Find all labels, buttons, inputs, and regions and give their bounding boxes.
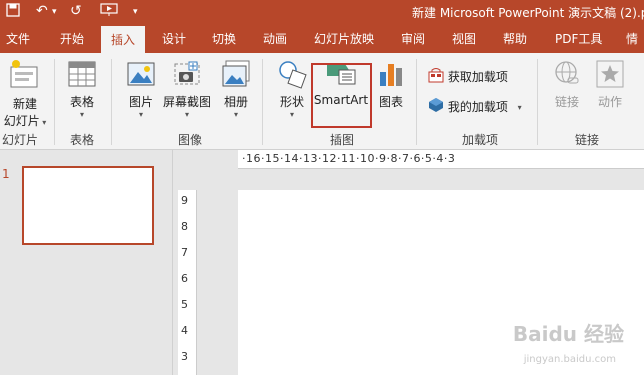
ruler-ticks: ·16·15·14·13·12·11·10·9·8·7·6·5·4·3: [242, 152, 456, 165]
table-dropdown-icon: ▾: [79, 110, 84, 119]
table-label: 表格: [69, 95, 94, 109]
globe-link-icon: [551, 61, 583, 93]
new-slide-label-2: 幻灯片 ▾: [3, 114, 47, 128]
undo-dropdown-icon[interactable]: ▾: [52, 7, 57, 17]
chart-label: 图表: [378, 95, 403, 109]
ribbon-tabs: 文件 开始 插入 设计 切换 动画 幻灯片放映 审阅 视图 帮助 PDF工具 情: [0, 25, 644, 53]
group-label-illustrations: 插图: [329, 133, 354, 147]
link-label: 链接: [554, 95, 579, 109]
group-label-images: 图像: [177, 133, 202, 147]
shapes-icon: [276, 61, 308, 93]
picture-dropdown-icon: ▾: [138, 110, 143, 119]
photo-album-label: 相册: [223, 95, 248, 109]
new-slide-icon: [8, 60, 42, 95]
tab-view[interactable]: 视图: [452, 25, 476, 53]
slide-thumbnail[interactable]: [22, 166, 154, 245]
photo-album-icon: [220, 60, 252, 93]
slide-canvas[interactable]: Baidu 经验 jingyan.baidu.com: [238, 190, 644, 375]
tab-slideshow[interactable]: 幻灯片放映: [314, 25, 374, 53]
shapes-label: 形状: [279, 95, 304, 109]
chart-icon: [375, 64, 407, 93]
watermark: Baidu 经验: [512, 322, 624, 346]
tab-help[interactable]: 帮助: [503, 25, 527, 53]
shapes-dropdown-icon: ▾: [289, 110, 294, 119]
present-from-start-icon[interactable]: [100, 3, 118, 21]
new-slide-button[interactable]: 新建 幻灯片 ▾: [2, 58, 48, 129]
screenshot-label: 屏幕截图: [162, 95, 211, 109]
table-icon: [66, 61, 98, 93]
shapes-button[interactable]: 形状 ▾: [272, 58, 312, 119]
picture-label: 图片: [128, 95, 153, 109]
tab-home[interactable]: 开始: [60, 25, 84, 53]
my-addins-label: 我的加载项: [447, 100, 508, 114]
tab-transitions[interactable]: 切换: [212, 25, 236, 53]
my-addins-button[interactable]: 我的加载项 ▾: [428, 97, 522, 116]
get-addins-label: 获取加载项: [447, 70, 508, 84]
undo-icon[interactable]: ↶: [36, 3, 48, 19]
horizontal-ruler: ·16·15·14·13·12·11·10·9·8·7·6·5·4·3: [238, 150, 644, 169]
group-label-tables: 表格: [69, 133, 94, 147]
window-title: 新建 Microsoft PowerPoint 演示文稿 (2).p: [412, 6, 644, 20]
group-label-addins: 加载项: [461, 133, 498, 147]
ruler-tick: 5: [181, 298, 188, 311]
ruler-tick: 9: [181, 194, 188, 207]
ruler-tick: 6: [181, 272, 188, 285]
screenshot-button[interactable]: 屏幕截图 ▾: [160, 58, 214, 119]
tab-more[interactable]: 情: [626, 25, 638, 53]
separator: [537, 59, 538, 145]
ruler-tick: 8: [181, 220, 188, 233]
tab-design[interactable]: 设计: [162, 25, 186, 53]
star-action-icon: [594, 60, 626, 93]
tab-animations[interactable]: 动画: [263, 25, 287, 53]
customize-qat-icon[interactable]: ▾: [133, 7, 138, 17]
ribbon-insert: 新建 幻灯片 ▾ 表格 ▾ 图片 ▾ 屏幕截图 ▾ 相册 ▾ 形状 ▾ Smar…: [0, 53, 644, 150]
watermark-url: jingyan.baidu.com: [523, 354, 616, 365]
redo-icon[interactable]: ↺: [70, 3, 82, 19]
separator: [262, 59, 263, 145]
save-icon[interactable]: [6, 3, 20, 21]
action-button[interactable]: 动作: [590, 58, 630, 110]
get-addins-button[interactable]: 获取加载项: [428, 67, 508, 86]
group-label-links: 链接: [574, 133, 599, 147]
table-button[interactable]: 表格 ▾: [62, 58, 102, 119]
vertical-ruler: 9 8 7 6 5 4 3: [178, 190, 197, 375]
tab-file[interactable]: 文件: [6, 25, 30, 53]
screenshot-dropdown-icon: ▾: [184, 110, 189, 119]
picture-icon: [125, 62, 157, 93]
tab-pdf-tools[interactable]: PDF工具: [555, 25, 602, 53]
slide-number: 1: [2, 167, 10, 181]
new-slide-label-1: 新建: [12, 97, 37, 111]
smartart-highlight-box: [311, 63, 372, 128]
ruler-tick: 7: [181, 246, 188, 259]
picture-button[interactable]: 图片 ▾: [121, 58, 161, 119]
action-label: 动作: [597, 95, 622, 109]
tab-review[interactable]: 审阅: [401, 25, 425, 53]
title-bar: ↶ ▾ ↺ ▾ 新建 Microsoft PowerPoint 演示文稿 (2)…: [0, 0, 644, 25]
group-label-slides: 幻灯片: [1, 133, 38, 147]
tab-insert[interactable]: 插入: [101, 26, 146, 53]
my-addins-icon: [428, 97, 444, 116]
separator: [54, 59, 55, 145]
store-icon: [428, 67, 444, 86]
photo-album-button[interactable]: 相册 ▾: [216, 58, 256, 119]
ruler-tick: 4: [181, 324, 188, 337]
photo-album-dropdown-icon: ▾: [233, 110, 238, 119]
chart-button[interactable]: 图表: [372, 58, 410, 110]
separator: [111, 59, 112, 145]
my-addins-dropdown-icon: ▾: [517, 103, 522, 112]
link-button[interactable]: 链接: [547, 58, 587, 110]
screenshot-icon: [171, 61, 203, 93]
ruler-tick: 3: [181, 350, 188, 363]
separator: [416, 59, 417, 145]
